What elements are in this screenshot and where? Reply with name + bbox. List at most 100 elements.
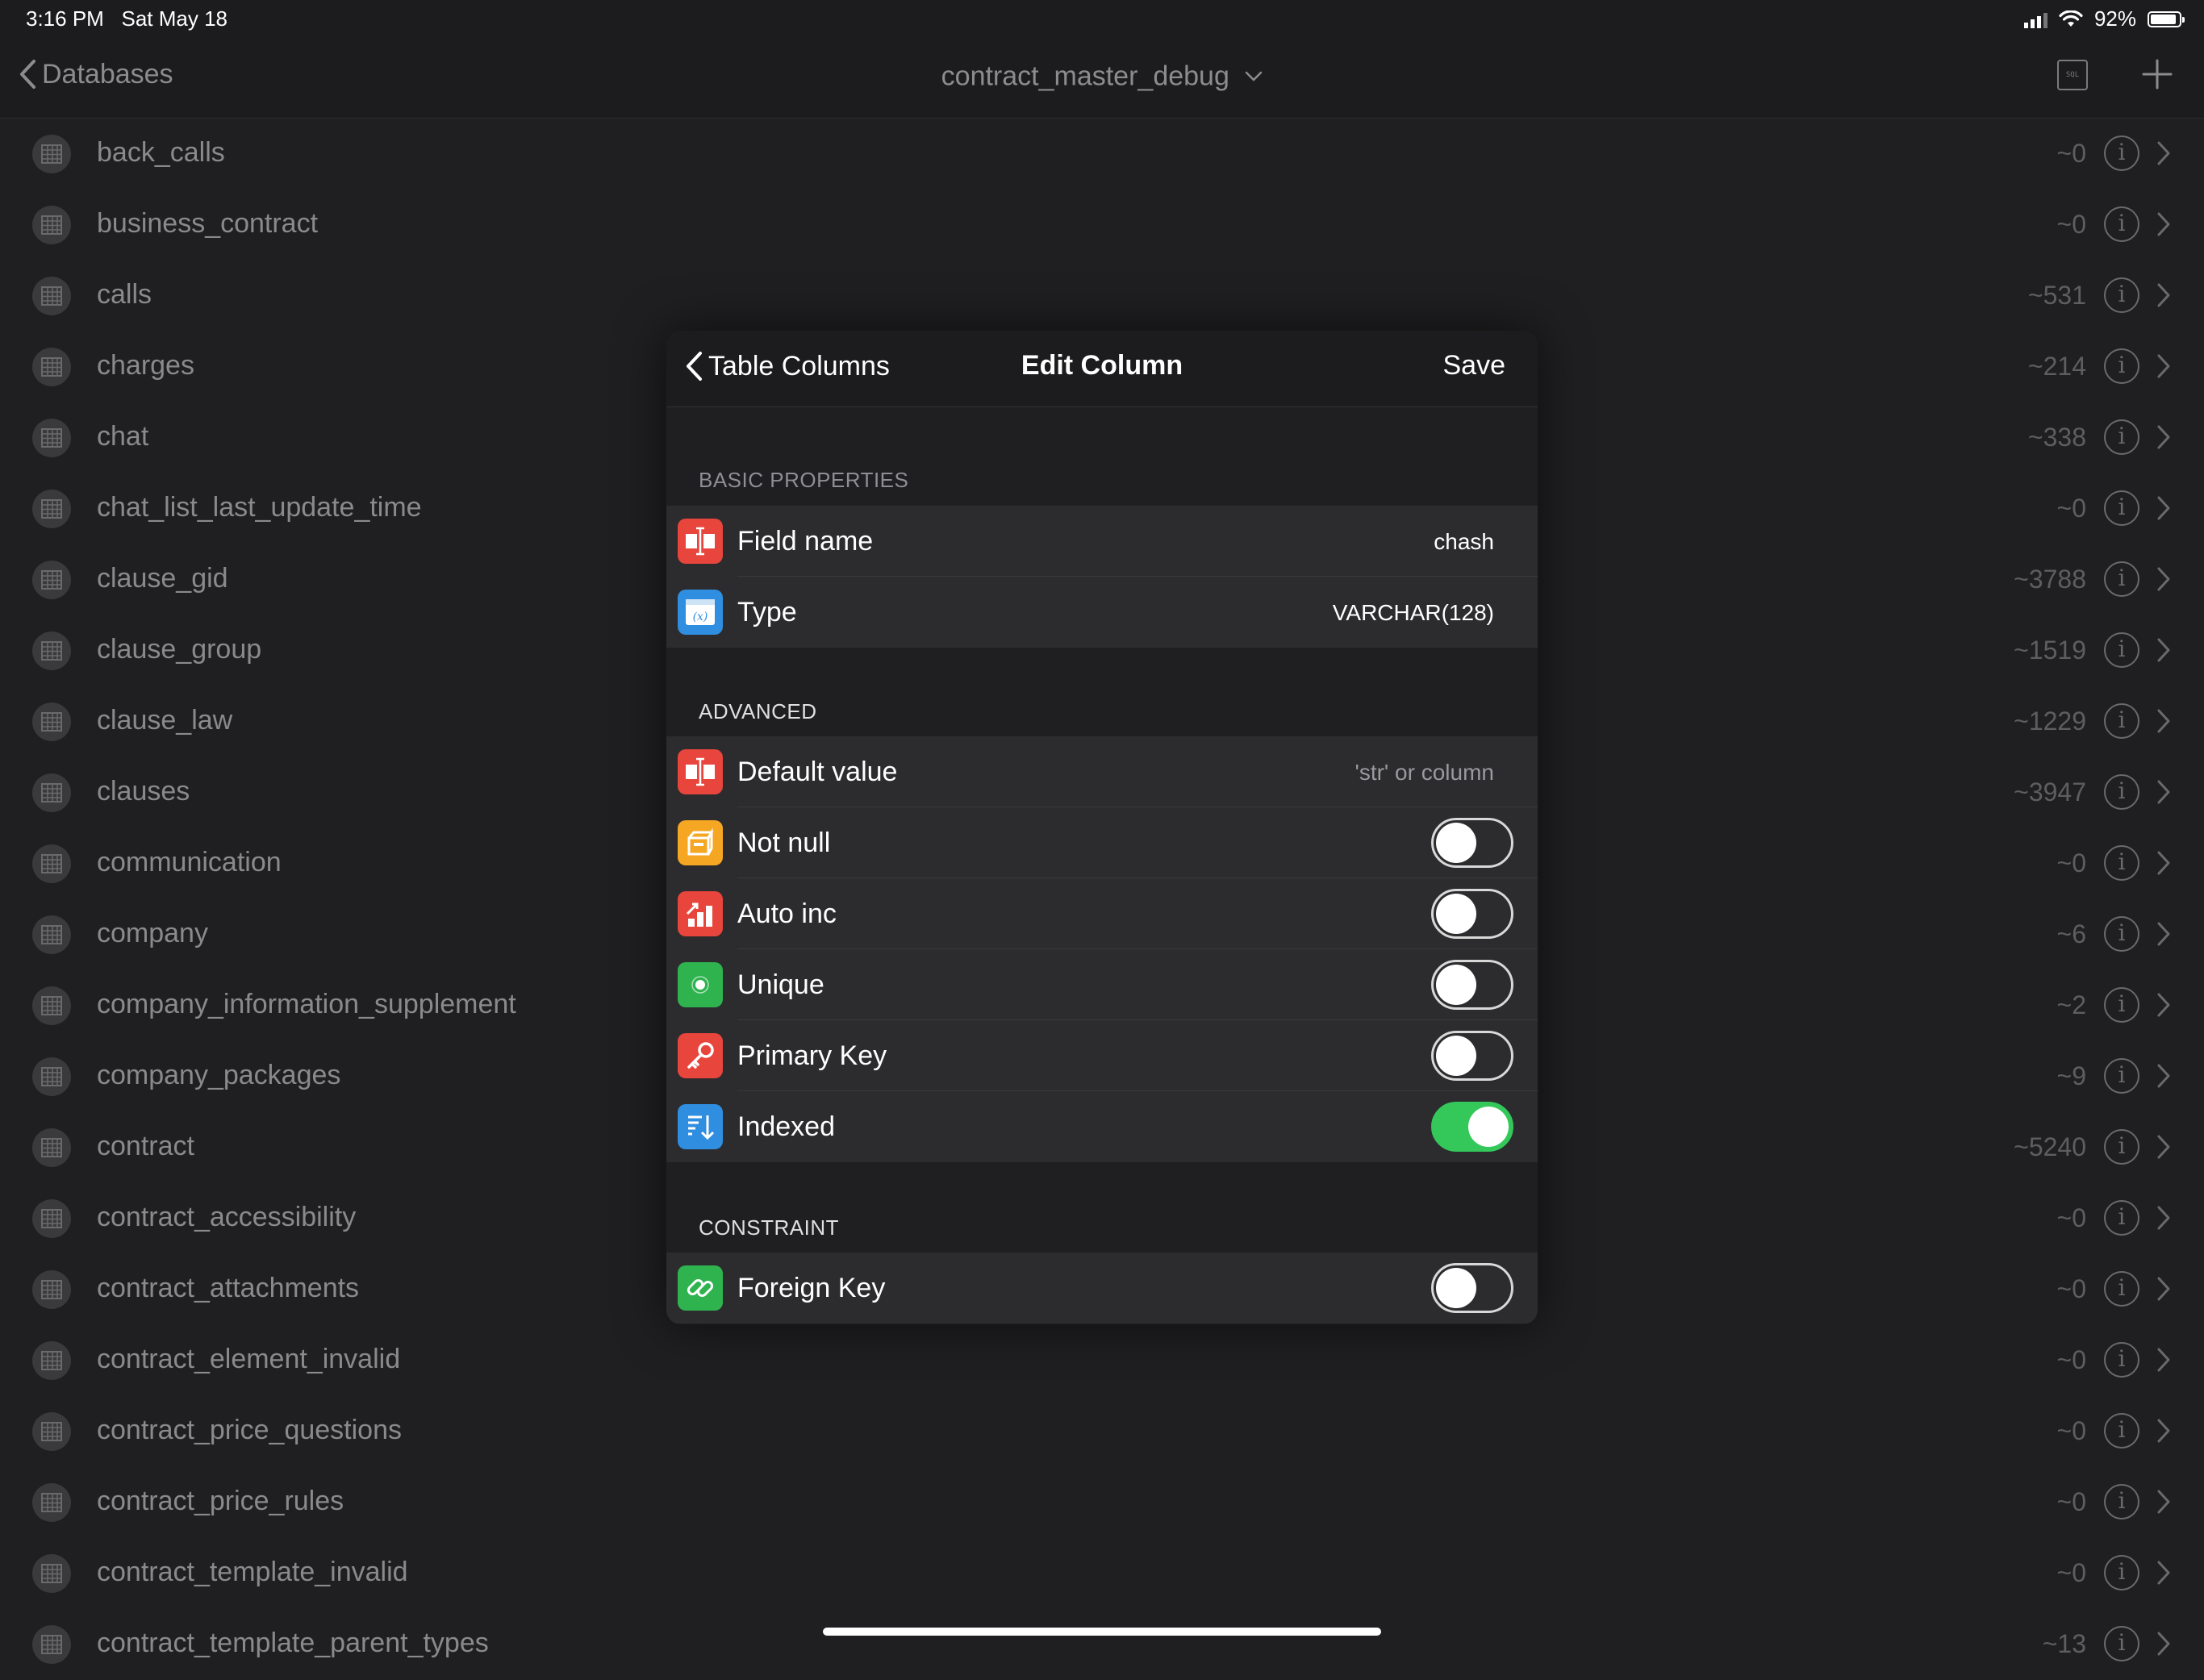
info-icon[interactable]: i <box>2104 206 2139 242</box>
table-name: contract_accessibility <box>97 1202 357 1232</box>
field-name-row[interactable]: Field name chash <box>666 506 1538 577</box>
table-row[interactable]: contract_template_parent_types ~13 i <box>0 1609 2204 1680</box>
unique-toggle[interactable] <box>1431 960 1513 1010</box>
chevron-right-icon[interactable] <box>2156 281 2172 309</box>
default-value-input[interactable]: 'str' or column <box>1355 760 1494 786</box>
info-icon[interactable]: i <box>2104 1058 2139 1094</box>
table-name: contract <box>97 1131 194 1161</box>
row-count: ~9 <box>2056 1061 2086 1090</box>
table-name: chat <box>97 421 149 452</box>
info-icon[interactable]: i <box>2104 348 2139 384</box>
table-icon <box>32 1128 71 1167</box>
chevron-right-icon[interactable] <box>2156 211 2172 238</box>
home-indicator[interactable] <box>823 1628 1381 1636</box>
info-icon[interactable]: i <box>2104 1200 2139 1236</box>
info-icon[interactable]: i <box>2104 632 2139 668</box>
table-icon <box>32 135 71 173</box>
chevron-right-icon[interactable] <box>2156 1275 2172 1303</box>
table-name: contract_price_rules <box>97 1486 344 1516</box>
info-icon[interactable]: i <box>2104 135 2139 171</box>
default-value-row[interactable]: Default value 'str' or column <box>666 736 1538 807</box>
chevron-right-icon[interactable] <box>2156 1133 2172 1161</box>
table-grid-icon <box>41 215 62 235</box>
info-icon[interactable]: i <box>2104 419 2139 455</box>
text-cursor-icon <box>678 519 723 564</box>
add-table-button[interactable] <box>2141 58 2173 90</box>
table-name: company_information_supplement <box>97 989 516 1019</box>
time-text: 3:16 PM <box>26 6 104 31</box>
info-icon[interactable]: i <box>2104 1413 2139 1449</box>
table-row[interactable]: back_calls ~0 i <box>0 119 2204 190</box>
save-button[interactable]: Save <box>1443 350 1506 381</box>
chevron-right-icon[interactable] <box>2156 140 2172 167</box>
battery-percent: 92% <box>2093 6 2136 31</box>
table-name: contract_price_questions <box>97 1415 403 1445</box>
field-name-value[interactable]: chash <box>1434 529 1494 555</box>
not-null-label: Not null <box>737 827 831 858</box>
info-icon[interactable]: i <box>2104 703 2139 739</box>
chevron-right-icon[interactable] <box>2156 1346 2172 1374</box>
table-icon <box>32 419 71 457</box>
info-icon[interactable]: i <box>2104 1129 2139 1165</box>
type-value[interactable]: VARCHAR(128) <box>1333 600 1494 626</box>
chevron-right-icon[interactable] <box>2156 1488 2172 1515</box>
chevron-right-icon[interactable] <box>2156 1062 2172 1090</box>
chevron-right-icon[interactable] <box>2156 423 2172 451</box>
info-icon[interactable]: i <box>2104 774 2139 810</box>
indexed-toggle[interactable] <box>1431 1102 1513 1152</box>
chevron-right-icon[interactable] <box>2156 707 2172 735</box>
chevron-right-icon[interactable] <box>2156 920 2172 948</box>
info-icon[interactable]: i <box>2104 916 2139 952</box>
table-name: back_calls <box>97 137 225 168</box>
type-row[interactable]: (x) Type VARCHAR(128) <box>666 577 1538 648</box>
sql-editor-button[interactable]: SQL <box>2057 60 2088 90</box>
chevron-right-icon[interactable] <box>2156 991 2172 1019</box>
table-name: company_packages <box>97 1060 341 1090</box>
table-icon <box>32 1412 71 1451</box>
info-icon[interactable]: i <box>2104 1342 2139 1378</box>
auto-inc-row: Auto inc <box>666 878 1538 949</box>
table-name: contract_attachments <box>97 1273 360 1303</box>
chevron-right-icon[interactable] <box>2156 778 2172 806</box>
table-row[interactable]: calls ~531 i <box>0 261 2204 331</box>
info-icon[interactable]: i <box>2104 561 2139 597</box>
chevron-right-icon[interactable] <box>2156 1417 2172 1444</box>
info-icon[interactable]: i <box>2104 1555 2139 1590</box>
table-grid-icon <box>41 1422 62 1441</box>
chevron-right-icon[interactable] <box>2156 1204 2172 1232</box>
chevron-right-icon[interactable] <box>2156 494 2172 522</box>
wifi-icon <box>2059 10 2083 27</box>
table-row[interactable]: contract_element_invalid ~0 i <box>0 1325 2204 1396</box>
info-icon[interactable]: i <box>2104 845 2139 881</box>
info-icon[interactable]: i <box>2104 1271 2139 1307</box>
chevron-right-icon[interactable] <box>2156 565 2172 593</box>
table-row[interactable]: contract_price_rules ~0 i <box>0 1467 2204 1538</box>
primary-key-row: Primary Key <box>666 1020 1538 1091</box>
chevron-down-icon <box>1246 71 1263 81</box>
table-row[interactable]: contract_template_invalid ~0 i <box>0 1538 2204 1609</box>
status-indicators: 92% <box>2023 6 2185 31</box>
type-label: Type <box>737 597 797 627</box>
info-icon[interactable]: i <box>2104 277 2139 313</box>
not-null-toggle[interactable] <box>1431 818 1513 868</box>
chevron-right-icon[interactable] <box>2156 1630 2172 1657</box>
chevron-right-icon[interactable] <box>2156 1559 2172 1586</box>
info-icon[interactable]: i <box>2104 987 2139 1023</box>
table-icon <box>32 490 71 528</box>
chevron-right-icon[interactable] <box>2156 352 2172 380</box>
database-title-menu[interactable]: contract_master_debug <box>0 60 2204 93</box>
foreign-key-toggle[interactable] <box>1431 1263 1513 1313</box>
table-row[interactable]: contract_price_questions ~0 i <box>0 1396 2204 1467</box>
table-row[interactable]: business_contract ~0 i <box>0 190 2204 261</box>
auto-inc-toggle[interactable] <box>1431 889 1513 939</box>
primary-key-toggle[interactable] <box>1431 1031 1513 1081</box>
chevron-right-icon[interactable] <box>2156 636 2172 664</box>
table-grid-icon <box>41 499 62 519</box>
chevron-right-icon[interactable] <box>2156 849 2172 877</box>
info-icon[interactable]: i <box>2104 1484 2139 1520</box>
info-icon[interactable]: i <box>2104 490 2139 526</box>
row-count: ~13 <box>2042 1629 2086 1658</box>
section-header-basic-properties: BASIC PROPERTIES <box>699 468 909 492</box>
row-count: ~0 <box>2056 1345 2086 1374</box>
info-icon[interactable]: i <box>2104 1626 2139 1661</box>
